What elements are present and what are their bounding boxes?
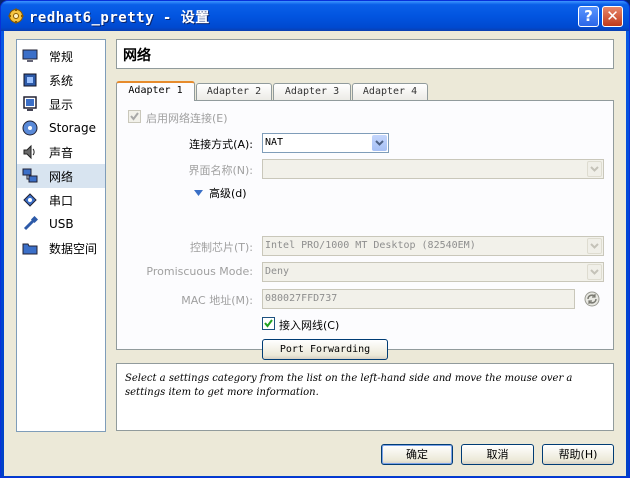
sidebar-item-display[interactable]: 显示 bbox=[17, 92, 105, 116]
monitor-icon bbox=[21, 47, 39, 65]
usb-icon bbox=[21, 215, 39, 233]
chip-icon bbox=[21, 71, 39, 89]
sidebar-item-label: 串口 bbox=[49, 193, 74, 208]
sidebar-item-serial[interactable]: 串口 bbox=[17, 188, 105, 212]
cable-connected-label: 接入网线(C) bbox=[279, 319, 340, 332]
promiscuous-mode-value: Deny bbox=[265, 266, 290, 277]
tab-adapter-4[interactable]: Adapter 4 bbox=[352, 83, 428, 100]
page-title: 网络 bbox=[123, 48, 151, 64]
adapter-panel: 启用网络连接(E) 连接方式(A): NAT 界面名称(N): 高级(d) 控制… bbox=[116, 100, 614, 360]
sidebar-item-audio[interactable]: 声音 bbox=[17, 140, 105, 164]
sidebar-item-general[interactable]: 常规 bbox=[17, 44, 105, 68]
settings-category-list[interactable]: 常规 系统 显示 Storage 声音 网络 串口 USB 数据空间 bbox=[16, 39, 106, 432]
mac-address-value: 080027FFD737 bbox=[265, 293, 338, 304]
display-icon bbox=[21, 95, 39, 113]
advanced-toggle[interactable]: 高级(d) bbox=[193, 185, 247, 201]
help-button[interactable]: 帮助(H) bbox=[542, 444, 614, 465]
advanced-label: 高级(d) bbox=[209, 187, 247, 200]
folder-icon bbox=[21, 239, 39, 257]
sidebar-item-network[interactable]: 网络 bbox=[17, 164, 105, 188]
sidebar-item-shared-folders[interactable]: 数据空间 bbox=[17, 236, 105, 260]
speaker-icon bbox=[21, 143, 39, 161]
promiscuous-mode-label: Promiscuous Mode: bbox=[146, 265, 253, 278]
attached-to-value: NAT bbox=[265, 137, 284, 148]
page-header: 网络 bbox=[116, 39, 614, 69]
dialog-client-area: 常规 系统 显示 Storage 声音 网络 串口 USB 数据空间 网络 Ad… bbox=[4, 31, 626, 476]
chevron-down-icon[interactable] bbox=[587, 264, 602, 280]
tab-adapter-3[interactable]: Adapter 3 bbox=[273, 83, 351, 100]
serial-port-icon bbox=[21, 191, 39, 209]
mac-address-field[interactable]: 080027FFD737 bbox=[262, 289, 575, 309]
sidebar-item-label: USB bbox=[49, 217, 74, 231]
network-icon bbox=[21, 167, 39, 185]
chevron-down-icon[interactable] bbox=[372, 135, 387, 151]
gear-icon bbox=[8, 8, 24, 24]
sidebar-item-label: 声音 bbox=[49, 145, 74, 160]
attached-to-label: 连接方式(A): bbox=[189, 138, 253, 151]
sidebar-item-label: 常规 bbox=[49, 49, 74, 64]
sidebar-item-usb[interactable]: USB bbox=[17, 212, 105, 236]
port-forwarding-button[interactable]: Port Forwarding bbox=[262, 339, 388, 360]
enable-adapter-label: 启用网络连接(E) bbox=[146, 112, 228, 125]
ok-button[interactable]: 确定 bbox=[381, 444, 453, 465]
tab-adapter-2[interactable]: Adapter 2 bbox=[196, 83, 272, 100]
cancel-button[interactable]: 取消 bbox=[461, 444, 534, 465]
settings-window: redhat6_pretty - 设置 ? ✕ 常规 系统 显示 Storage bbox=[0, 0, 630, 478]
mac-address-label: MAC 地址(M): bbox=[181, 294, 253, 307]
adapter-type-label: 控制芯片(T): bbox=[189, 241, 253, 254]
refresh-mac-icon[interactable] bbox=[583, 290, 601, 308]
sidebar-item-system[interactable]: 系统 bbox=[17, 68, 105, 92]
adapter-name-select[interactable] bbox=[262, 159, 604, 179]
adapter-type-value: Intel PRO/1000 MT Desktop (82540EM) bbox=[265, 240, 476, 251]
sidebar-item-label: 显示 bbox=[49, 97, 74, 112]
chevron-down-icon[interactable] bbox=[587, 161, 602, 177]
checkmark-icon bbox=[130, 112, 139, 121]
tab-adapter-1[interactable]: Adapter 1 bbox=[116, 81, 195, 101]
chevron-down-icon[interactable] bbox=[587, 238, 602, 254]
promiscuous-mode-select[interactable]: Deny bbox=[262, 262, 604, 282]
adapter-name-label: 界面名称(N): bbox=[188, 164, 253, 177]
attached-to-select[interactable]: NAT bbox=[262, 133, 389, 153]
info-text: Select a settings category from the list… bbox=[125, 373, 573, 398]
enable-adapter-checkbox[interactable] bbox=[128, 110, 141, 123]
adapter-type-select[interactable]: Intel PRO/1000 MT Desktop (82540EM) bbox=[262, 236, 604, 256]
checkmark-icon bbox=[264, 319, 273, 328]
sidebar-item-label: Storage bbox=[49, 121, 96, 135]
info-panel: Select a settings category from the list… bbox=[116, 363, 614, 431]
expand-arrow-icon bbox=[194, 190, 203, 196]
close-button[interactable]: ✕ bbox=[602, 6, 623, 27]
sidebar-item-label: 数据空间 bbox=[49, 241, 98, 256]
sidebar-item-storage[interactable]: Storage bbox=[17, 116, 105, 140]
disk-icon bbox=[21, 119, 39, 137]
window-title: redhat6_pretty - 设置 bbox=[29, 10, 210, 26]
title-bar[interactable]: redhat6_pretty - 设置 ? ✕ bbox=[1, 1, 629, 31]
sidebar-item-label: 系统 bbox=[49, 73, 74, 88]
help-title-button[interactable]: ? bbox=[578, 6, 599, 27]
sidebar-item-label: 网络 bbox=[49, 169, 74, 184]
cable-connected-checkbox[interactable] bbox=[262, 317, 275, 330]
